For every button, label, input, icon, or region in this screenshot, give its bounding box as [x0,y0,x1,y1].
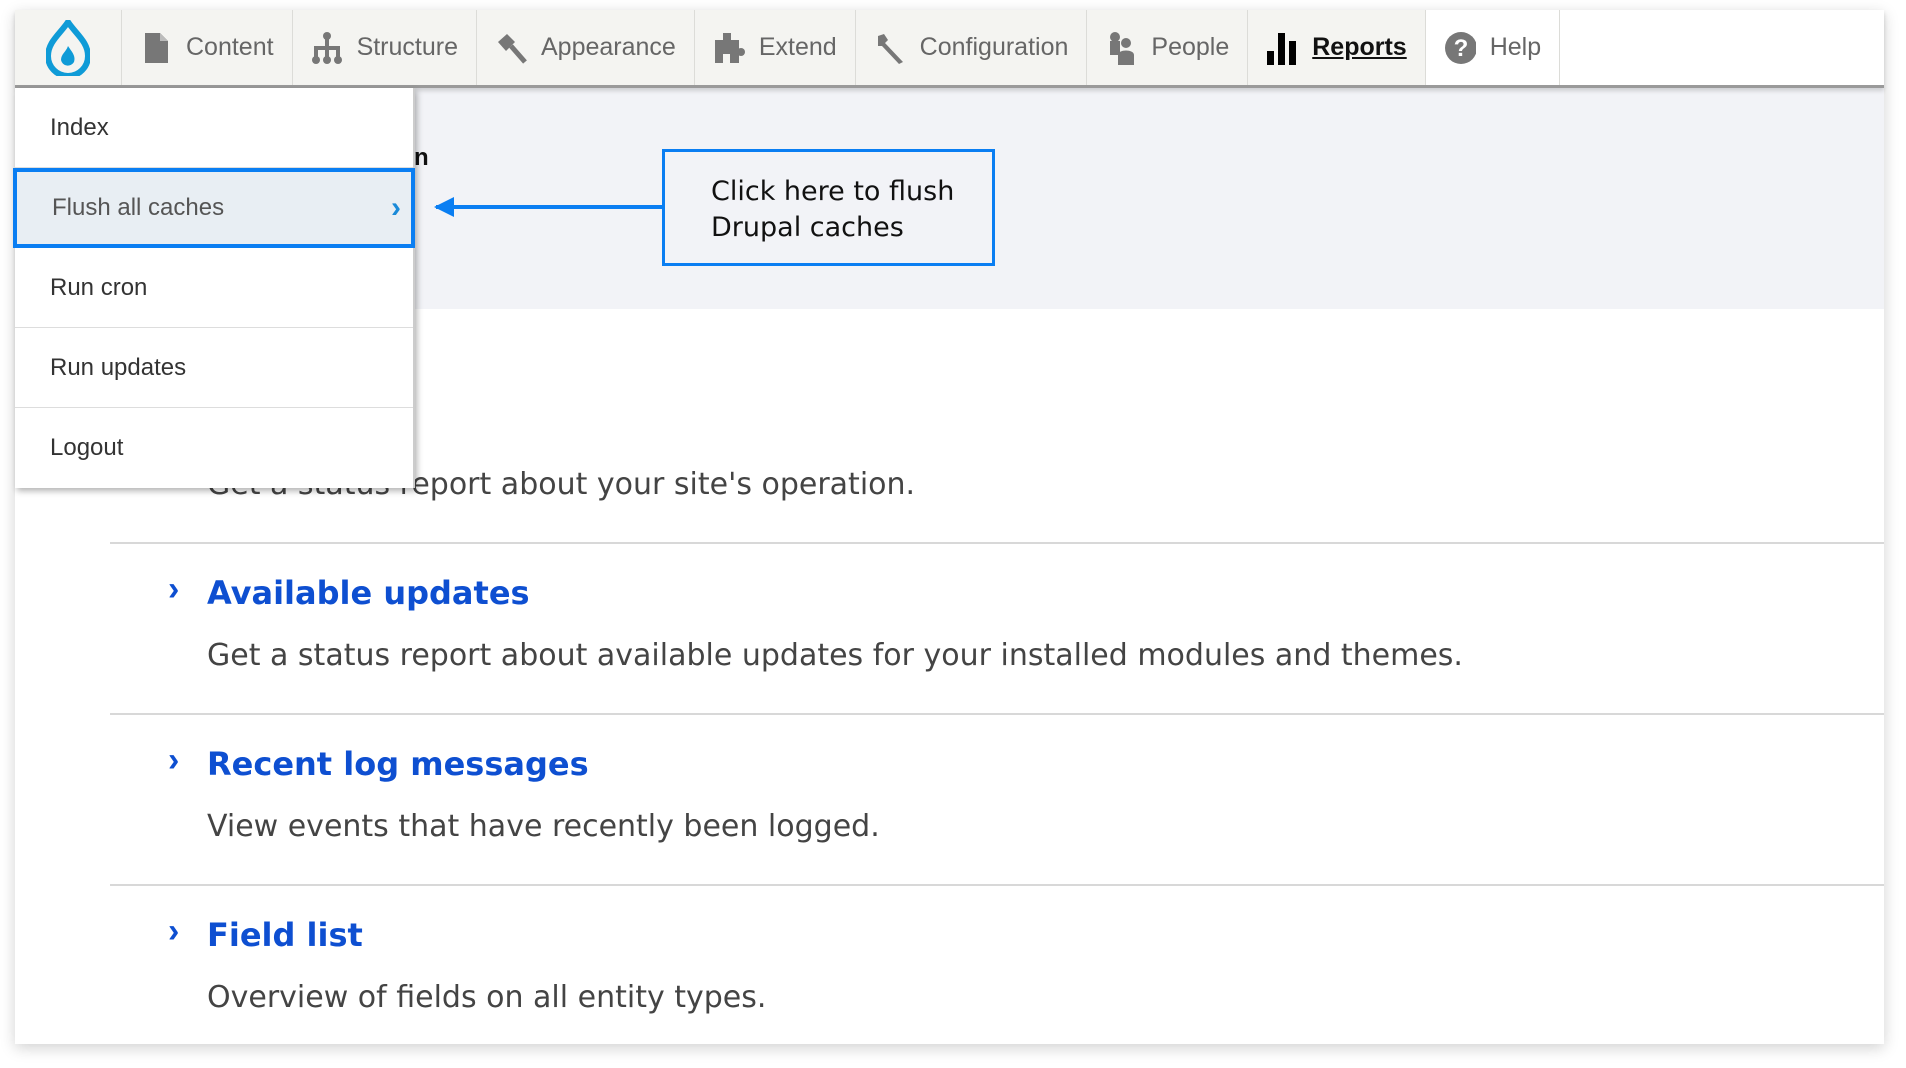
report-description: Get a status report about available upda… [207,638,1463,673]
chevron-right-icon: › [168,741,180,779]
report-item-field-list: › Field list Overview of fields on all e… [110,886,1884,1044]
tab-configuration[interactable]: Configuration [855,10,1088,85]
callout-line: Click here to flush [711,176,955,207]
menu-item-run-updates[interactable]: Run updates [15,328,413,408]
menu-item-flush-all-caches[interactable]: Flush all caches › [13,168,415,248]
tab-label: Content [186,33,274,61]
menu-item-run-cron[interactable]: Run cron [15,248,413,328]
page-title-fragment: n [414,144,429,171]
tab-content[interactable]: Content [122,10,293,85]
puzzle-icon [713,32,745,64]
menu-item-label: Run updates [50,353,187,381]
report-link[interactable]: Recent log messages [207,745,589,783]
callout-line: Drupal caches [711,212,904,243]
report-link[interactable]: Field list [207,916,363,954]
sitemap-icon [311,31,343,64]
svg-text:?: ? [1453,35,1468,62]
paintbrush-icon [495,32,527,64]
tab-extend[interactable]: Extend [694,10,856,85]
drupal-logo-icon [46,19,90,76]
tab-label: Appearance [541,33,676,61]
admin-toolbar: Content Structure Appearance Extend Conf… [15,10,1884,88]
callout-arrow [436,205,662,209]
menu-item-label: Flush all caches [52,194,225,221]
file-icon [140,32,172,64]
people-icon [1105,31,1137,65]
tab-people[interactable]: People [1087,10,1249,85]
drupal-home-link[interactable] [15,10,122,85]
tab-label: Reports [1312,33,1407,61]
menu-item-label: Logout [50,434,124,461]
report-item-available-updates: › Available updates Get a status report … [110,544,1884,715]
bar-chart-icon [1266,32,1298,65]
chevron-right-icon: › [168,570,180,608]
menu-item-label: Run cron [50,273,148,301]
help-icon: ? [1444,31,1476,64]
tab-label: Configuration [919,33,1069,61]
menu-item-logout[interactable]: Logout [15,408,413,488]
tab-appearance[interactable]: Appearance [477,10,695,85]
tab-reports[interactable]: Reports [1248,10,1426,85]
menu-item-index[interactable]: Index [15,88,413,168]
arrowhead-icon [434,197,454,217]
report-description: View events that have recently been logg… [207,809,880,844]
chevron-right-icon: › [168,912,180,950]
tab-help[interactable]: ? Help [1425,10,1561,85]
report-link[interactable]: Available updates [207,574,530,612]
tab-label: Structure [356,33,458,61]
menu-item-label: Index [50,113,109,141]
chevron-right-icon: › [391,191,401,224]
report-description: Overview of fields on all entity types. [207,980,767,1015]
tab-structure[interactable]: Structure [292,10,477,85]
annotation-callout: Click here to flush Drupal caches [662,149,995,266]
tab-label: People [1151,33,1230,61]
tab-label: Help [1489,33,1542,61]
tab-label: Extend [758,33,837,61]
reports-dropdown-menu: Index Flush all caches › Run cron Run upd… [13,88,415,488]
wrench-icon [874,32,906,64]
report-item-recent-log-messages: › Recent log messages View events that h… [110,715,1884,886]
